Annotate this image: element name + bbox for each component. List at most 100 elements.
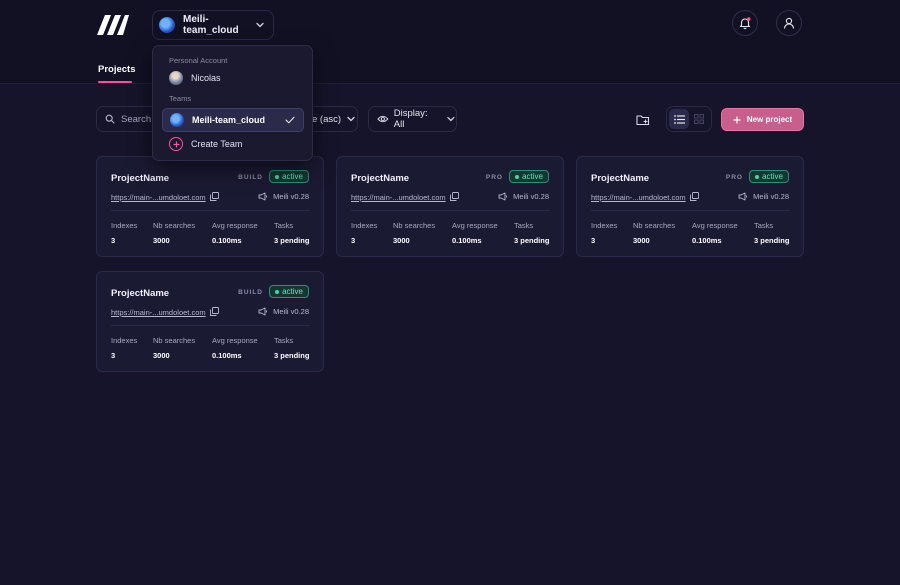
project-url-link[interactable]: https://main-...umdoloet.com: [591, 193, 686, 202]
search-icon: [105, 114, 115, 124]
stat-tasks: Tasks 3 pending: [754, 221, 789, 245]
status-dot-icon: [275, 174, 280, 179]
version-info: Meili v0.28: [258, 192, 309, 201]
copy-icon[interactable]: [690, 192, 699, 201]
stat-label: Nb searches: [393, 221, 436, 230]
stat-searches: Nb searches 3000: [633, 221, 692, 245]
version-info: Meili v0.28: [258, 307, 309, 316]
notifications-button[interactable]: [732, 10, 758, 36]
stat-response: Avg response 0.100ms: [692, 221, 754, 245]
copy-icon[interactable]: [210, 307, 219, 316]
list-view-button[interactable]: [669, 109, 689, 129]
status-badge: active: [269, 170, 309, 183]
new-project-button[interactable]: New project: [721, 108, 804, 131]
create-team-item[interactable]: Create Team: [162, 132, 304, 156]
stat-response: Avg response 0.100ms: [212, 336, 274, 360]
card-divider: [111, 325, 309, 326]
copy-icon[interactable]: [450, 192, 459, 201]
team-selector-label: Meili-team_cloud: [183, 14, 239, 36]
project-card[interactable]: ProjectName PRO active https://main-...u…: [336, 156, 564, 257]
plan-badge: BUILD: [238, 174, 263, 181]
team-item-label: Meili-team_cloud: [192, 115, 266, 125]
stat-label: Tasks: [754, 221, 774, 230]
stat-indexes: Indexes 3: [351, 221, 393, 245]
stat-tasks: Tasks 3 pending: [514, 221, 549, 245]
personal-account-item[interactable]: Nicolas: [162, 66, 304, 90]
card-divider: [591, 210, 789, 211]
team-avatar-icon: [170, 113, 184, 127]
megaphone-icon: [258, 192, 268, 201]
status-dot-icon: [515, 174, 520, 179]
meilisearch-logo-icon[interactable]: [96, 14, 130, 36]
new-folder-button[interactable]: [630, 107, 656, 133]
plan-badge: PRO: [485, 174, 503, 181]
team-selector[interactable]: Meili-team_cloud: [152, 10, 274, 40]
project-stats: Indexes 3 Nb searches 3000 Avg response …: [351, 221, 549, 245]
team-item-selected[interactable]: Meili-team_cloud: [162, 108, 304, 132]
plan-badge: PRO: [725, 174, 743, 181]
stat-response: Avg response 0.100ms: [212, 221, 274, 245]
project-name: ProjectName: [591, 173, 650, 184]
team-dropdown-menu: Personal Account Nicolas Teams Meili-tea…: [152, 45, 313, 161]
stat-value: 3 pending: [754, 236, 790, 245]
project-url-link[interactable]: https://main-...umdoloet.com: [111, 308, 206, 317]
status-label: active: [522, 172, 543, 181]
version-info: Meili v0.28: [738, 192, 789, 201]
project-card[interactable]: ProjectName BUILD active https://main-..…: [96, 271, 324, 372]
megaphone-icon: [738, 192, 748, 201]
chevron-down-icon: [256, 22, 264, 28]
stat-label: Avg response: [452, 221, 498, 230]
eye-icon: [377, 115, 389, 123]
new-project-label: New project: [746, 115, 793, 124]
stat-tasks: Tasks 3 pending: [274, 336, 309, 360]
stat-label: Indexes: [591, 221, 618, 230]
project-card[interactable]: ProjectName PRO active https://main-...u…: [576, 156, 804, 257]
stat-value: 3000: [393, 236, 410, 245]
project-url-link[interactable]: https://main-...umdoloet.com: [351, 193, 446, 202]
stat-label: Tasks: [274, 221, 294, 230]
stat-label: Nb searches: [153, 221, 196, 230]
megaphone-icon: [258, 307, 268, 316]
project-card[interactable]: ProjectName BUILD active https://main-..…: [96, 156, 324, 257]
user-avatar: [169, 71, 183, 85]
plus-icon: [733, 115, 741, 124]
personal-user-name: Nicolas: [191, 73, 221, 83]
chevron-down-icon: [347, 116, 355, 122]
tab-projects[interactable]: Projects: [98, 64, 136, 75]
search-placeholder: Search: [121, 113, 152, 125]
stat-value: 3000: [153, 351, 170, 360]
stat-searches: Nb searches 3000: [153, 336, 212, 360]
stat-value: 3: [591, 236, 596, 245]
stat-label: Indexes: [351, 221, 378, 230]
account-button[interactable]: [776, 10, 802, 36]
project-name: ProjectName: [111, 288, 170, 299]
card-divider: [111, 210, 309, 211]
grid-view-button[interactable]: [689, 109, 709, 129]
stat-value: 3 pending: [274, 351, 310, 360]
stat-label: Indexes: [111, 221, 138, 230]
personal-account-heading: Personal Account: [169, 56, 228, 65]
status-dot-icon: [755, 174, 760, 179]
bell-icon: [739, 17, 751, 30]
status-label: active: [282, 172, 303, 181]
stat-value: 3 pending: [514, 236, 550, 245]
status-label: active: [282, 287, 303, 296]
stat-value: 3: [351, 236, 356, 245]
chevron-down-icon: [447, 116, 455, 122]
display-filter-dropdown[interactable]: Display: All: [368, 106, 457, 132]
stat-value: 3: [111, 351, 116, 360]
active-tab-indicator: [98, 81, 132, 83]
status-badge: active: [749, 170, 789, 183]
stat-label: Avg response: [692, 221, 738, 230]
copy-icon[interactable]: [210, 192, 219, 201]
stat-value: 3000: [633, 236, 650, 245]
plus-circle-icon: [169, 137, 183, 151]
stat-label: Nb searches: [633, 221, 676, 230]
version-label: Meili v0.28: [513, 192, 549, 201]
version-info: Meili v0.28: [498, 192, 549, 201]
project-url-link[interactable]: https://main-...umdoloet.com: [111, 193, 206, 202]
stat-indexes: Indexes 3: [111, 221, 153, 245]
create-team-label: Create Team: [191, 139, 243, 149]
teams-heading: Teams: [169, 94, 192, 103]
team-avatar-icon: [159, 17, 175, 33]
